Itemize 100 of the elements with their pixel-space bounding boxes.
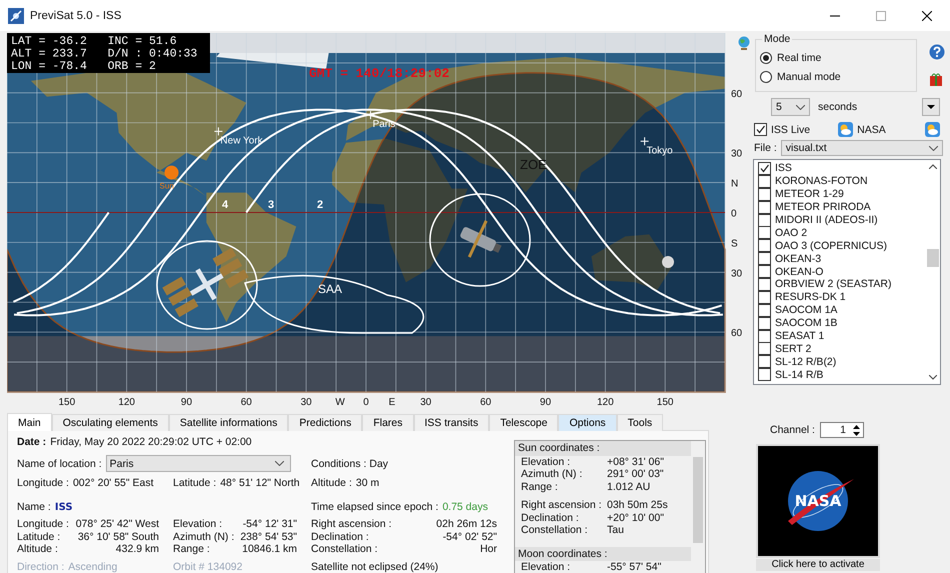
city-marker-icon xyxy=(640,136,650,146)
longitude-label: 60 xyxy=(240,397,252,408)
chevron-down-icon[interactable] xyxy=(929,375,937,380)
activate-button[interactable]: Click here to activate xyxy=(756,559,880,571)
satellite-checkbox[interactable]: SAOCOM 1A xyxy=(758,304,926,317)
field-label: Name : xyxy=(17,501,51,513)
space-station-icon xyxy=(162,248,249,318)
longitude-label: 90 xyxy=(540,397,552,408)
chevron-down-icon xyxy=(928,146,938,150)
scrollbar-thumb[interactable] xyxy=(927,249,939,267)
satellite-checkbox[interactable]: KORONAS-FOTON xyxy=(758,174,926,188)
tab[interactable]: Options xyxy=(558,414,617,431)
longitude-label: 120 xyxy=(596,397,614,408)
longitude-label: W xyxy=(335,397,345,408)
latitude-label: 30 xyxy=(731,268,742,280)
channel-label: Channel : xyxy=(770,424,815,436)
file-dropdown[interactable]: visual.txt xyxy=(780,140,943,156)
weather-cloud-icon[interactable] xyxy=(925,122,940,137)
satellite-checkbox[interactable]: SL-14 R/B xyxy=(758,368,926,382)
conditions-text: Conditions : Day xyxy=(311,458,390,470)
longitude-label: E xyxy=(388,397,396,408)
gmt-time: GMT = 140/18:29:02 xyxy=(309,66,450,81)
field-label: Azimuth (N) : xyxy=(521,468,584,480)
field-label: Elevation : xyxy=(521,561,572,573)
help-icon[interactable] xyxy=(929,44,945,60)
satellite-checkbox[interactable]: MIDORI II (ADEOS-II) xyxy=(758,214,926,226)
weather-cloud-icon[interactable] xyxy=(838,122,854,137)
group-title: Mode xyxy=(762,33,792,45)
tab[interactable]: Telescope xyxy=(489,414,558,431)
field-value: Ascending xyxy=(68,562,118,572)
gift-icon[interactable] xyxy=(929,72,943,86)
latitude-label: 30 xyxy=(731,148,742,160)
nasa-label: NASA xyxy=(857,124,886,136)
field-label: Elevation : xyxy=(173,518,224,530)
satellite-checkbox[interactable]: ORBVIEW 2 (SEASTAR) xyxy=(758,278,926,291)
satellite-checkbox[interactable]: SAOCOM 1B xyxy=(758,316,926,330)
mode-radio[interactable]: Manual mode xyxy=(756,67,916,86)
tab[interactable]: ISS transits xyxy=(414,414,490,431)
satellite-checkbox[interactable]: SEASAT 1 xyxy=(758,330,926,342)
orbit-number-text: Orbit # 134092 xyxy=(173,562,244,572)
field-value: 432.9 km xyxy=(114,543,160,556)
longitude-label: 60 xyxy=(480,397,492,408)
satellite-checkbox[interactable]: ISS xyxy=(758,162,926,175)
tab[interactable]: Osculating elements xyxy=(52,414,169,431)
longitude-label: 30 xyxy=(420,397,432,408)
date-label: Date : xyxy=(17,436,46,448)
satellite-checkbox[interactable]: SERT 2 xyxy=(758,342,926,356)
tab[interactable]: Satellite informations xyxy=(168,414,288,431)
field-label: Altitude : xyxy=(17,543,59,556)
satellite-checkbox[interactable]: METEOR PRIRODA xyxy=(758,200,926,214)
tab[interactable]: Tools xyxy=(616,414,664,431)
field-label: Direction : xyxy=(17,562,64,572)
field-label: Elevation : xyxy=(521,456,572,468)
longitude-label: 150 xyxy=(58,397,76,408)
telescope-satellite-icon xyxy=(459,220,502,258)
field-label: Longitude : xyxy=(17,477,69,489)
field-label: Constellation : xyxy=(311,543,379,556)
longitude-label: 150 xyxy=(656,397,674,408)
location-dropdown[interactable]: Paris xyxy=(106,455,291,472)
satellite-checkbox[interactable]: RESURS-DK 1 xyxy=(758,290,926,304)
globe-icon[interactable] xyxy=(737,36,751,50)
satellite-checkbox[interactable]: OAO 2 xyxy=(758,226,926,240)
date-value: Friday, May 20 2022 20:29:02 UTC + 02:00 xyxy=(50,436,252,448)
mode-radio[interactable]: Real time xyxy=(756,48,916,67)
longitude-label: 90 xyxy=(180,397,192,408)
caret-icon xyxy=(927,105,935,109)
satellite-checkbox[interactable]: OKEAN-O xyxy=(758,265,926,278)
checkmark-icon xyxy=(759,162,770,174)
tab[interactable]: Main xyxy=(7,413,52,431)
field-value: Tau xyxy=(607,524,625,536)
tab[interactable]: Predictions xyxy=(288,414,362,431)
field-value: 1.012 AU xyxy=(607,480,652,493)
field-value: 48° 51' 12" North xyxy=(220,477,300,489)
field-value: 30 m xyxy=(356,477,380,489)
menu-dropdown-button[interactable] xyxy=(922,98,940,116)
interval-dropdown[interactable]: 5 xyxy=(771,98,810,116)
sun-marker xyxy=(164,166,179,180)
field-label: Range : xyxy=(521,480,559,493)
field-label: Time elapsed since epoch : xyxy=(311,501,438,513)
field-value: 078° 25' 42" West xyxy=(74,518,160,530)
field-value: -54° 12' 31" xyxy=(242,518,298,530)
scrollbar-thumb[interactable] xyxy=(693,457,703,543)
field-value: 03h 50m 25s xyxy=(607,499,669,512)
chevron-up-icon[interactable] xyxy=(929,164,937,169)
file-label: File : xyxy=(754,142,777,154)
tab[interactable]: Flares xyxy=(362,414,414,431)
location-label: Name of location : xyxy=(17,458,102,470)
field-label: Right ascension : xyxy=(521,499,603,512)
field-label: Altitude : xyxy=(311,477,352,489)
field-label: Right ascension : xyxy=(311,518,393,530)
satellite-checkbox[interactable]: OAO 3 (COPERNICUS) xyxy=(758,239,926,252)
field-label: Longitude : xyxy=(17,518,70,530)
iss-live-checkbox[interactable]: ISS Live xyxy=(754,123,810,136)
satellite-checkbox[interactable]: SL-12 R/B(2) xyxy=(758,355,926,368)
field-label: Declination : xyxy=(311,530,370,543)
satellite-checkbox[interactable]: METEOR 1-29 xyxy=(758,188,926,201)
latitude-label: 60 xyxy=(731,88,742,100)
satellite-checkbox[interactable]: OKEAN-3 xyxy=(758,252,926,266)
orbit-number: 3 xyxy=(268,199,274,211)
channel-spinbox[interactable]: 1 xyxy=(820,422,864,438)
